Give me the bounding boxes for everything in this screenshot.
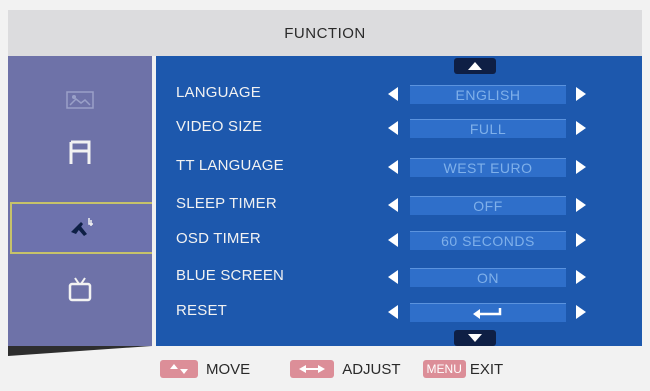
legend-move: MOVE xyxy=(160,360,250,378)
screen-icon xyxy=(69,140,91,164)
setting-row-video-size[interactable]: VIDEO SIZE FULL xyxy=(156,116,642,140)
enter-icon xyxy=(473,308,502,319)
tv-icon xyxy=(68,277,92,302)
setting-row-osd-timer[interactable]: OSD TIMER 60 SECONDS xyxy=(156,228,642,252)
arrow-left-icon[interactable] xyxy=(388,305,398,319)
arrow-up-icon xyxy=(468,62,482,70)
setting-label: TT LANGUAGE xyxy=(176,157,284,174)
wrench-icon xyxy=(71,218,93,236)
sidebar-item-screen[interactable] xyxy=(8,126,152,178)
setting-label: LANGUAGE xyxy=(176,84,261,101)
legend-exit: MENU EXIT xyxy=(422,360,504,378)
arrow-right-icon[interactable] xyxy=(576,270,586,284)
setting-value[interactable]: ON xyxy=(410,268,566,287)
setting-value[interactable]: WEST EURO xyxy=(410,158,566,177)
setting-row-sleep-timer[interactable]: SLEEP TIMER OFF xyxy=(156,193,642,217)
setting-value[interactable]: ENGLISH xyxy=(410,85,566,104)
arrow-right-icon[interactable] xyxy=(576,305,586,319)
scroll-up-button[interactable] xyxy=(454,58,496,74)
key-legend: MOVE ADJUST MENU EXIT xyxy=(152,354,642,384)
setting-row-tt-language[interactable]: TT LANGUAGE WEST EURO xyxy=(156,155,642,179)
setting-row-language[interactable]: LANGUAGE ENGLISH xyxy=(156,82,642,106)
arrow-right-icon[interactable] xyxy=(576,87,586,101)
setting-label: RESET xyxy=(176,302,228,319)
exit-label: EXIT xyxy=(469,360,504,378)
menu-header: FUNCTION xyxy=(8,10,642,56)
setting-row-reset[interactable]: RESET xyxy=(156,300,642,324)
picture-icon xyxy=(66,91,94,109)
sidebar-item-tv[interactable] xyxy=(8,264,152,316)
setting-label: VIDEO SIZE xyxy=(176,118,263,135)
arrow-right-icon[interactable] xyxy=(576,198,586,212)
arrow-right-icon[interactable] xyxy=(576,160,586,174)
setting-label: BLUE SCREEN xyxy=(176,267,285,284)
arrow-left-icon[interactable] xyxy=(388,160,398,174)
arrow-left-icon[interactable] xyxy=(388,121,398,135)
setting-label: SLEEP TIMER xyxy=(176,195,277,212)
arrow-left-icon[interactable] xyxy=(388,270,398,284)
leftright-key-icon xyxy=(290,360,335,378)
arrow-down-icon xyxy=(468,334,482,342)
category-sidebar xyxy=(8,56,156,346)
sidebar-item-function[interactable] xyxy=(10,202,156,254)
reset-value[interactable] xyxy=(410,303,566,322)
adjust-label: ADJUST xyxy=(342,360,401,378)
setting-value[interactable]: OFF xyxy=(410,196,566,215)
sidebar-item-picture[interactable] xyxy=(8,74,152,126)
arrow-left-icon[interactable] xyxy=(388,233,398,247)
footer-corner xyxy=(8,346,152,356)
arrow-right-icon[interactable] xyxy=(576,233,586,247)
legend-adjust: ADJUST xyxy=(290,360,401,378)
menu-key: MENU xyxy=(422,360,466,378)
move-label: MOVE xyxy=(206,360,251,378)
updown-key-icon xyxy=(160,360,198,378)
setting-row-blue-screen[interactable]: BLUE SCREEN ON xyxy=(156,265,642,289)
setting-value[interactable]: FULL xyxy=(410,119,566,138)
setting-label: OSD TIMER xyxy=(176,230,261,247)
menu-title: FUNCTION xyxy=(284,24,366,42)
settings-panel: LANGUAGE ENGLISH VIDEO SIZE FULL TT LANG… xyxy=(152,56,642,346)
setting-value[interactable]: 60 SECONDS xyxy=(410,231,566,250)
arrow-left-icon[interactable] xyxy=(388,87,398,101)
scroll-down-button[interactable] xyxy=(454,330,496,346)
arrow-left-icon[interactable] xyxy=(388,198,398,212)
arrow-right-icon[interactable] xyxy=(576,121,586,135)
